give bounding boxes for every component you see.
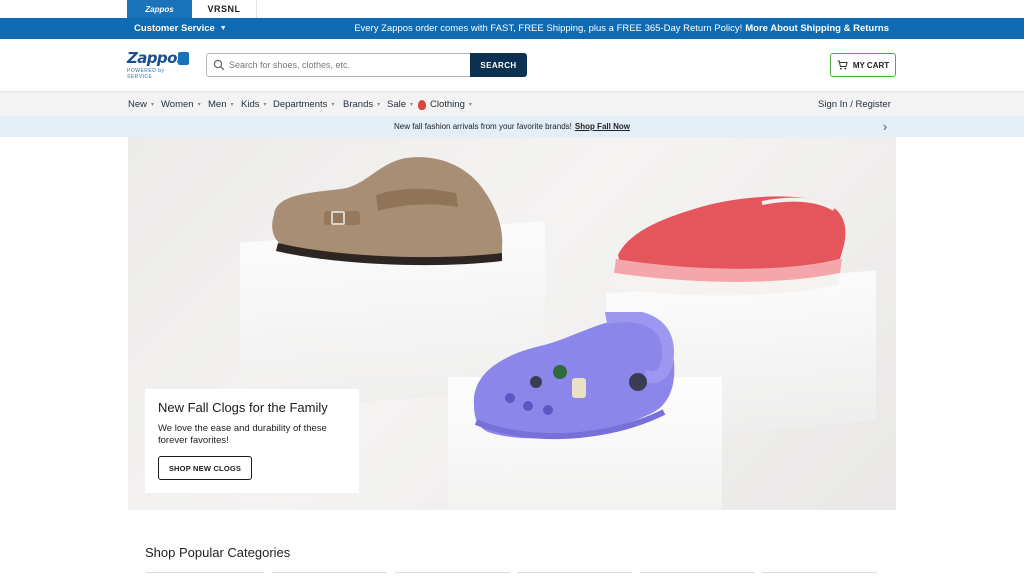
nav-label: Women [161, 99, 194, 110]
nav-label: Clothing [430, 99, 465, 110]
main-nav: New ▾ Women ▾ Men ▾ Kids ▾ Departments ▾ Bran… [0, 91, 1024, 116]
chevron-right-icon[interactable]: › [878, 119, 892, 134]
shop-fall-now-link[interactable]: Shop Fall Now [575, 122, 630, 131]
chevron-down-icon: ▾ [410, 102, 414, 108]
nav-item-kids[interactable]: Kids ▾ [241, 92, 267, 117]
announcement-bar: New fall fashion arrivals from your favo… [0, 116, 1024, 137]
nav-item-departments[interactable]: Departments ▾ [273, 92, 334, 117]
shipping-promo: Every Zappos order comes with FAST, FREE… [354, 18, 889, 39]
nav-label: New [128, 99, 148, 110]
chevron-down-icon: ▾ [230, 102, 234, 108]
nav-item-brands[interactable]: Brands ▾ [343, 92, 380, 117]
brand-tabs: Zappos VRSNL [0, 0, 1024, 18]
nav-label: Brands [343, 99, 374, 110]
cart-label: MY CART [852, 60, 890, 70]
search-icon [213, 59, 225, 71]
announcement-text: New fall fashion arrivals from your favo… [394, 122, 572, 131]
logo-com-badge [178, 52, 189, 65]
brand-tab-vrsnl[interactable]: VRSNL [192, 0, 257, 18]
hero-banner[interactable]: New Fall Clogs for the Family We love th… [128, 137, 896, 510]
category-card[interactable] [146, 572, 264, 576]
nav-label: Sale [387, 99, 407, 110]
category-card[interactable] [640, 572, 755, 576]
search-button[interactable]: SEARCH [470, 53, 527, 77]
chevron-down-icon: ▾ [468, 102, 472, 108]
ladybug-icon [418, 99, 426, 110]
nav-item-clothing[interactable]: Clothing ▾ [418, 92, 472, 117]
hero-promo-card: New Fall Clogs for the Family We love th… [145, 389, 359, 493]
search-input[interactable] [206, 53, 470, 77]
customer-service-label: Customer Service [134, 23, 215, 34]
nav-item-men[interactable]: Men ▾ [208, 92, 234, 117]
nav-label: Departments [273, 99, 328, 110]
nav-item-new[interactable]: New ▾ [128, 92, 154, 117]
caret-down-icon: ▼ [219, 25, 227, 32]
nav-item-sale[interactable]: Sale ▾ [387, 92, 413, 117]
logo-tagline: POWERED by SERVICE [127, 68, 165, 80]
chevron-down-icon: ▾ [377, 102, 381, 108]
category-card[interactable] [762, 572, 877, 576]
promo-bar: Customer Service ▼ Every Zappos order co… [0, 18, 1024, 39]
sign-in-register-link[interactable]: Sign In / Register [818, 92, 891, 117]
hero-body: We love the ease and durability of these… [158, 423, 327, 446]
chevron-down-icon: ▾ [197, 102, 201, 108]
customer-service-dropdown[interactable]: Customer Service ▼ [134, 18, 227, 39]
chevron-down-icon: ▾ [151, 102, 155, 108]
nav-label: Men [208, 99, 227, 110]
cart-icon [837, 60, 848, 70]
purple-croc-image [473, 312, 675, 440]
header: Zappos POWERED by SERVICE SEARCH MY CART [0, 39, 1024, 91]
nav-label: Kids [241, 99, 260, 110]
shop-new-clogs-button[interactable]: SHOP NEW CLOGS [158, 456, 252, 480]
category-card[interactable] [272, 572, 387, 576]
brand-tab-zappos[interactable]: Zappos [127, 0, 192, 18]
shipping-promo-text: Every Zappos order comes with FAST, FREE… [354, 23, 743, 34]
chevron-down-icon: ▾ [263, 102, 267, 108]
hero-title: New Fall Clogs for the Family [158, 400, 328, 415]
search-bar: SEARCH [206, 53, 527, 77]
category-card[interactable] [517, 572, 632, 576]
zappos-logo[interactable]: Zappos POWERED by SERVICE [127, 50, 189, 80]
shipping-returns-link[interactable]: More About Shipping & Returns [745, 23, 889, 34]
category-card[interactable] [395, 572, 510, 576]
cart-button[interactable]: MY CART [830, 53, 896, 77]
chevron-down-icon: ▾ [331, 102, 335, 108]
suede-clog-image [272, 157, 503, 266]
section-title: Shop Popular Categories [145, 545, 291, 560]
rain-clog-image [614, 196, 846, 296]
nav-item-women[interactable]: Women ▾ [161, 92, 201, 117]
